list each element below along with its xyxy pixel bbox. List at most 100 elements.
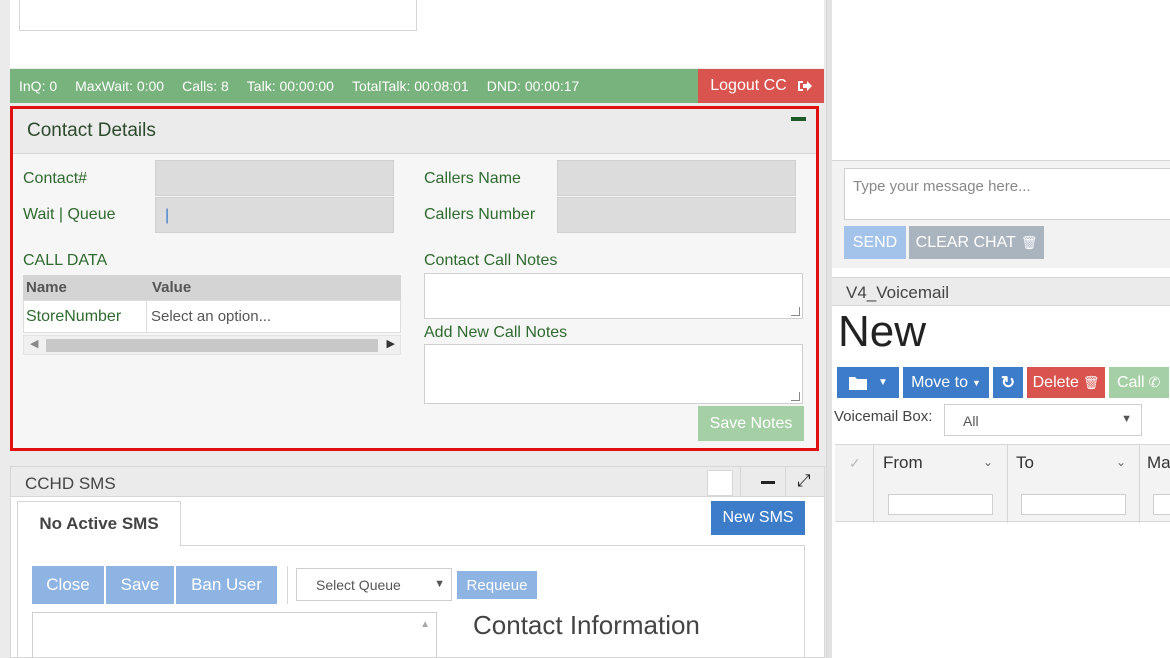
callers-number-field[interactable] — [557, 197, 796, 233]
trash-icon: 🗑 — [1020, 234, 1038, 250]
scroll-right-icon[interactable]: ▶ — [387, 337, 395, 350]
caret-down-icon: ▼ — [434, 578, 445, 590]
sign-out-icon — [797, 81, 812, 91]
clear-chat-label: CLEAR CHAT — [915, 233, 1016, 251]
chat-message-input[interactable]: Type your message here... — [844, 168, 1170, 220]
column-header-to[interactable]: To — [1016, 453, 1034, 473]
folder-dropdown-button[interactable]: ▼ — [837, 367, 899, 398]
close-button[interactable]: Close — [32, 566, 104, 604]
to-filter-input[interactable] — [1021, 494, 1126, 515]
tab-no-active-sms[interactable]: No Active SMS — [17, 501, 181, 546]
ma-filter-input[interactable] — [1153, 494, 1170, 515]
folder-icon — [849, 376, 868, 390]
resize-grip-icon[interactable] — [791, 392, 800, 401]
expand-icon[interactable]: ⤢ — [797, 471, 811, 491]
call-label: Call — [1117, 373, 1145, 391]
select-queue-label: Select Queue — [316, 576, 401, 593]
move-to-button[interactable]: Move to ▼ — [903, 367, 989, 398]
resize-grip-icon[interactable] — [791, 307, 800, 316]
voicemail-box-select[interactable]: All ▼ — [944, 404, 1142, 436]
status-maxwait: MaxWait: 0:00 — [75, 78, 165, 94]
chevron-down-icon[interactable]: ⌄ — [983, 455, 993, 469]
status-totaltalk: TotalTalk: 00:08:01 — [351, 78, 469, 94]
row-value-select[interactable]: Select an option... — [146, 301, 400, 332]
contact-number-label: Contact# — [23, 170, 88, 187]
cchd-sms-panel: CCHD SMS ⤢ No Active SMS New SMS Close S… — [10, 466, 825, 658]
contact-information-title: Contact Information — [473, 610, 700, 640]
ban-user-button[interactable]: Ban User — [176, 566, 277, 604]
status-inq: InQ: 0 — [19, 78, 58, 94]
right-column: Type your message here... SEND CLEAR CHA… — [832, 0, 1170, 658]
column-header-value: Value — [152, 279, 192, 296]
save-notes-button[interactable]: Save Notes — [698, 406, 804, 441]
voicemail-box-label: Voicemail Box: — [834, 408, 933, 425]
trash-icon: 🗑 — [1082, 374, 1100, 390]
top-panel-box — [19, 0, 417, 31]
chevron-down-icon[interactable]: ⌄ — [1116, 455, 1126, 469]
voicemail-grid-header: ✓ From ⌄ To ⌄ Ma — [835, 444, 1170, 523]
call-button[interactable]: Call ✆ — [1109, 367, 1169, 398]
scrollbar-thumb[interactable] — [46, 339, 378, 352]
contact-number-field[interactable] — [155, 160, 394, 196]
new-sms-button[interactable]: New SMS — [711, 501, 805, 535]
callers-name-label: Callers Name — [424, 170, 521, 187]
refresh-icon: ↻ — [1000, 372, 1016, 392]
contact-call-notes-textarea[interactable] — [424, 273, 803, 319]
minimize-icon[interactable] — [761, 481, 775, 484]
logout-cc-button[interactable]: Logout CC — [698, 69, 824, 103]
delete-label: Delete — [1032, 373, 1079, 391]
status-items: InQ: 0 MaxWait: 0:00 Calls: 8 Talk: 00:0… — [10, 78, 698, 94]
contact-details-title: Contact Details — [27, 120, 156, 141]
logout-label: Logout CC — [710, 77, 787, 94]
scroll-up-icon[interactable]: ▲ — [420, 619, 430, 630]
status-dnd: DND: 00:00:17 — [486, 78, 580, 94]
save-button[interactable]: Save — [106, 566, 174, 604]
column-header-name: Name — [26, 279, 67, 296]
call-data-table-header: Name Value — [23, 275, 401, 300]
header-divider — [785, 467, 786, 497]
caret-down-icon: ▼ — [1121, 413, 1132, 425]
voicemail-heading: New — [838, 307, 927, 356]
scroll-left-icon[interactable]: ◀ — [30, 337, 38, 350]
refresh-button[interactable]: ↻ — [993, 367, 1023, 398]
toolbar-divider — [287, 566, 288, 604]
sms-header-toggle[interactable] — [707, 470, 733, 496]
contact-details-header: Contact Details — [13, 109, 816, 154]
caret-down-icon: ▼ — [972, 377, 981, 388]
row-name-storenumber: StoreNumber — [26, 307, 122, 325]
voicemail-panel-header: V4_Voicemail — [832, 277, 1170, 306]
select-all-check-icon[interactable]: ✓ — [849, 455, 861, 472]
contact-details-panel: Contact Details Contact# Wait | Queue | … — [10, 106, 819, 451]
status-calls: Calls: 8 — [182, 78, 229, 94]
column-divider — [1007, 445, 1008, 523]
callers-name-field[interactable] — [557, 160, 796, 196]
callers-number-label: Callers Number — [424, 206, 536, 223]
sms-panel-header: CCHD SMS ⤢ — [11, 467, 824, 497]
clear-chat-button[interactable]: CLEAR CHAT 🗑 — [909, 226, 1044, 259]
wait-queue-label: Wait | Queue — [23, 206, 116, 223]
header-divider — [740, 467, 741, 497]
caret-down-icon: ▼ — [878, 377, 888, 388]
call-data-label: CALL DATA — [23, 252, 108, 269]
add-new-call-notes-textarea[interactable] — [424, 344, 803, 404]
contact-call-notes-label: Contact Call Notes — [424, 252, 558, 269]
voicemail-box-value: All — [963, 413, 979, 429]
voicemail-toolbar: ▼ Move to ▼ ↻ Delete 🗑 Call ✆ — [837, 367, 1169, 398]
requeue-button[interactable]: Requeue — [457, 571, 537, 599]
table-horizontal-scrollbar[interactable]: ◀ ▶ — [23, 335, 401, 355]
select-queue-dropdown[interactable]: Select Queue ▼ — [296, 568, 452, 601]
from-filter-input[interactable] — [888, 494, 993, 515]
call-center-status-bar: InQ: 0 MaxWait: 0:00 Calls: 8 Talk: 00:0… — [10, 69, 824, 103]
column-header-ma[interactable]: Ma — [1147, 453, 1170, 473]
move-to-label: Move to — [911, 373, 968, 391]
column-header-from[interactable]: From — [883, 453, 923, 473]
wait-queue-field[interactable]: | — [155, 197, 394, 233]
delete-button[interactable]: Delete 🗑 — [1027, 367, 1105, 398]
send-button[interactable]: SEND — [844, 226, 906, 259]
column-divider — [873, 445, 874, 523]
call-data-table: Name Value StoreNumber Select an option.… — [23, 275, 401, 335]
sms-message-area[interactable]: ▲ — [32, 612, 437, 658]
phone-icon: ✆ — [1148, 374, 1161, 390]
table-row: StoreNumber Select an option... — [23, 300, 401, 333]
minimize-icon[interactable] — [791, 117, 806, 121]
